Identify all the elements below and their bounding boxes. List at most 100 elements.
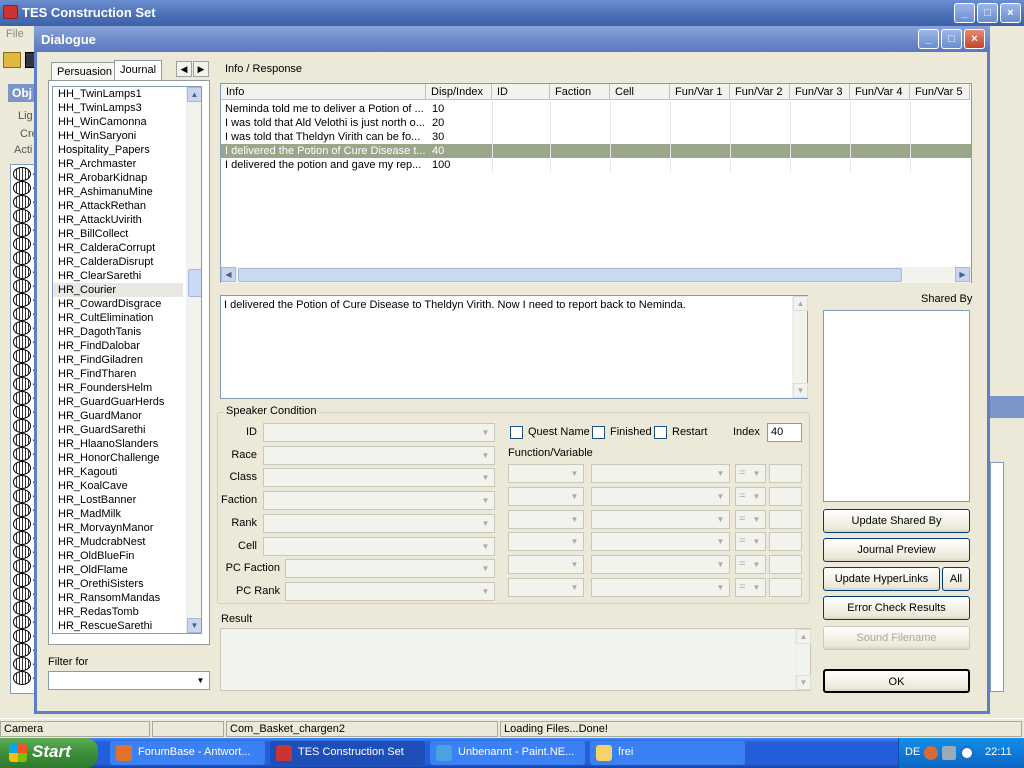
info-response-table[interactable]: Info Disp/Index ID Faction Cell Fun/Var 1 Fun/… bbox=[220, 83, 972, 283]
speaker-4-combo[interactable]: ▼ bbox=[263, 514, 495, 533]
chevron-down-icon[interactable]: ▼ bbox=[567, 512, 582, 527]
ok-button[interactable]: OK bbox=[823, 669, 970, 693]
taskbar-button[interactable]: ForumBase - Antwort... bbox=[110, 741, 265, 765]
list-item[interactable]: HR_RansomMandas bbox=[53, 591, 183, 605]
chevron-down-icon[interactable]: ▼ bbox=[478, 470, 493, 485]
column-header[interactable]: Fun/Var 3 bbox=[790, 84, 850, 100]
list-item[interactable]: HR_GuardManor bbox=[53, 409, 183, 423]
scroll-thumb[interactable] bbox=[238, 268, 902, 282]
list-item[interactable]: HR_Archmaster bbox=[53, 157, 183, 171]
finished-checkbox[interactable] bbox=[592, 426, 605, 439]
chevron-down-icon[interactable]: ▼ bbox=[713, 534, 728, 549]
menu-file[interactable]: File bbox=[6, 28, 24, 40]
column-header[interactable]: Fun/Var 1 bbox=[670, 84, 730, 100]
speaker-3-combo[interactable]: ▼ bbox=[263, 491, 495, 510]
list-item[interactable]: HR_MudcrabNest bbox=[53, 535, 183, 549]
function-value-input[interactable] bbox=[769, 578, 802, 597]
render-window-scrollbar[interactable] bbox=[990, 462, 1004, 692]
network-icon[interactable] bbox=[942, 746, 956, 760]
comparison-combo[interactable]: = ▼ bbox=[735, 578, 766, 597]
scroll-left-icon[interactable]: ◀ bbox=[221, 267, 236, 282]
list-item[interactable]: HR_FindGiladren bbox=[53, 353, 183, 367]
chevron-down-icon[interactable]: ▼ bbox=[713, 512, 728, 527]
list-item[interactable]: HR_CultElimination bbox=[53, 311, 183, 325]
column-header[interactable]: Fun/Var 4 bbox=[850, 84, 910, 100]
list-item[interactable]: HR_HonorChallenge bbox=[53, 451, 183, 465]
list-item[interactable]: HR_CowardDisgrace bbox=[53, 297, 183, 311]
chevron-down-icon[interactable]: ▼ bbox=[567, 580, 582, 595]
update-shared-by-button[interactable]: Update Shared By bbox=[823, 509, 970, 533]
scroll-down-icon[interactable]: ▼ bbox=[793, 383, 808, 398]
list-item[interactable]: HR_ClearSarethi bbox=[53, 269, 183, 283]
list-item[interactable]: HR_AttackUvirith bbox=[53, 213, 183, 227]
response-textarea[interactable]: I delivered the Potion of Cure Disease t… bbox=[220, 295, 808, 399]
table-row[interactable]: Neminda told me to deliver a Potion of .… bbox=[221, 102, 971, 116]
chevron-down-icon[interactable]: ▼ bbox=[749, 580, 764, 595]
scroll-up-icon[interactable]: ▲ bbox=[796, 629, 811, 644]
info-icon[interactable] bbox=[960, 746, 974, 760]
speaker-2-combo[interactable]: ▼ bbox=[263, 468, 495, 487]
list-item[interactable]: HR_RescueSarethi bbox=[53, 619, 183, 633]
language-indicator[interactable]: DE bbox=[905, 746, 920, 758]
column-header[interactable]: Faction bbox=[550, 84, 610, 100]
tab-scroll-left-icon[interactable]: ◀ bbox=[176, 61, 192, 77]
start-button[interactable]: Start bbox=[0, 738, 98, 768]
chevron-down-icon[interactable]: ▼ bbox=[478, 448, 493, 463]
list-item[interactable]: HR_AshimanuMine bbox=[53, 185, 183, 199]
column-header[interactable]: Fun/Var 5 bbox=[910, 84, 970, 100]
function-name-combo[interactable]: ▼ bbox=[591, 532, 730, 551]
function-name-combo[interactable]: ▼ bbox=[591, 578, 730, 597]
column-header[interactable]: Cell bbox=[610, 84, 670, 100]
dialogue-maximize-button[interactable]: □ bbox=[941, 29, 962, 49]
function-value-input[interactable] bbox=[769, 532, 802, 551]
list-item[interactable]: HR_OldFlame bbox=[53, 563, 183, 577]
chevron-down-icon[interactable]: ▼ bbox=[713, 489, 728, 504]
tab-persuasion[interactable]: Persuasion bbox=[51, 62, 119, 82]
comparison-combo[interactable]: = ▼ bbox=[735, 510, 766, 529]
column-header[interactable]: ID bbox=[492, 84, 550, 100]
chevron-down-icon[interactable]: ▼ bbox=[713, 466, 728, 481]
column-header[interactable]: Fun/Var 2 bbox=[730, 84, 790, 100]
list-item[interactable]: HH_TwinLamps1 bbox=[53, 87, 183, 101]
list-item[interactable]: HR_Kagouti bbox=[53, 465, 183, 479]
quest-list[interactable]: HH_TwinLamps1 HH_TwinLamps3 HH_WinCamonna H… bbox=[52, 86, 202, 634]
chevron-down-icon[interactable]: ▼ bbox=[713, 557, 728, 572]
comparison-combo[interactable]: = ▼ bbox=[735, 555, 766, 574]
speaker-0-combo[interactable]: ▼ bbox=[263, 423, 495, 442]
error-check-results-button[interactable]: Error Check Results bbox=[823, 596, 970, 620]
sound-filename-button[interactable]: Sound Filename bbox=[823, 626, 970, 650]
object-tab-lights[interactable]: Lig bbox=[18, 110, 33, 122]
list-item[interactable]: HH_WinSaryoni bbox=[53, 129, 183, 143]
function-name-combo[interactable]: ▼ bbox=[591, 555, 730, 574]
chevron-down-icon[interactable]: ▼ bbox=[567, 489, 582, 504]
object-tab-activators[interactable]: Acti bbox=[14, 144, 32, 156]
function-type-combo[interactable]: ▼ bbox=[508, 578, 584, 597]
main-close-button[interactable]: × bbox=[1000, 3, 1021, 23]
chevron-down-icon[interactable]: ▼ bbox=[749, 512, 764, 527]
list-item[interactable]: HH_TwinLamps3 bbox=[53, 101, 183, 115]
quest-list-scrollbar[interactable]: ▲ ▼ bbox=[186, 87, 201, 633]
quest-name-checkbox[interactable] bbox=[510, 426, 523, 439]
list-item[interactable]: HR_CalderaDisrupt bbox=[53, 255, 183, 269]
column-header[interactable]: Disp/Index bbox=[426, 84, 492, 100]
response-scrollbar[interactable]: ▲ ▼ bbox=[792, 296, 808, 398]
scroll-down-icon[interactable]: ▼ bbox=[187, 618, 201, 633]
list-item[interactable]: Hospitality_Papers bbox=[53, 143, 183, 157]
result-scrollbar[interactable]: ▲ ▼ bbox=[795, 629, 811, 690]
list-item[interactable]: HR_FindTharen bbox=[53, 367, 183, 381]
speaker-1-combo[interactable]: ▼ bbox=[263, 446, 495, 465]
main-maximize-button[interactable]: □ bbox=[977, 3, 998, 23]
function-type-combo[interactable]: ▼ bbox=[508, 510, 584, 529]
function-name-combo[interactable]: ▼ bbox=[591, 487, 730, 506]
dialogue-close-button[interactable]: × bbox=[964, 29, 985, 49]
comparison-combo[interactable]: = ▼ bbox=[735, 532, 766, 551]
scroll-thumb[interactable] bbox=[188, 269, 201, 297]
list-item[interactable]: HR_FoundersHelm bbox=[53, 381, 183, 395]
scroll-right-icon[interactable]: ▶ bbox=[955, 267, 970, 282]
list-item[interactable]: HR_GuardSarethi bbox=[53, 423, 183, 437]
chevron-down-icon[interactable]: ▼ bbox=[478, 516, 493, 531]
scroll-down-icon[interactable]: ▼ bbox=[796, 675, 811, 690]
list-item[interactable]: HR_ArobarKidnap bbox=[53, 171, 183, 185]
shared-by-list[interactable] bbox=[823, 310, 970, 502]
list-item[interactable]: HR_MorvaynManor bbox=[53, 521, 183, 535]
